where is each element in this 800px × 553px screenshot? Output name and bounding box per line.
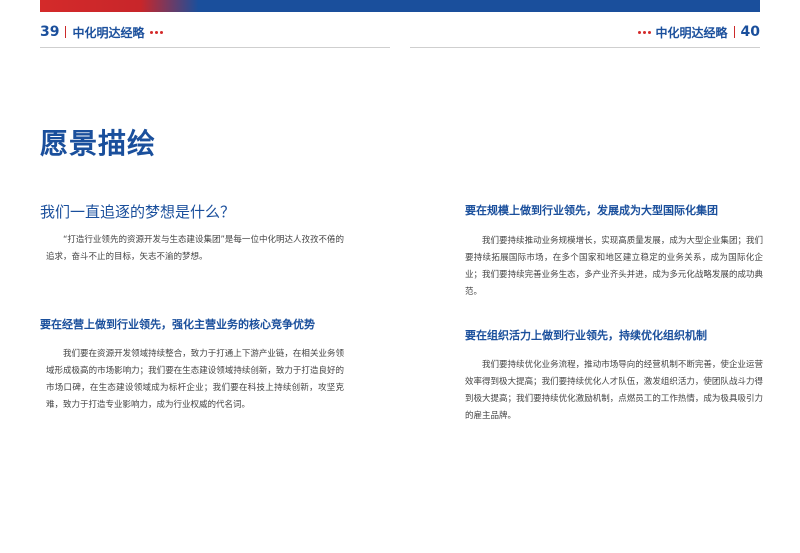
page-title: 愿景描绘 [40, 127, 157, 160]
page-number-right: 40 [740, 24, 760, 40]
intro-paragraph: “打造行业领先的资源开发与生态建设集团”是每一位中化明达人孜孜不倦的追求，奋斗不… [46, 235, 344, 262]
header-rule-right [410, 47, 760, 48]
page-number-left: 39 [40, 24, 60, 40]
section-body-operations: 我们要在资源开发领域持续整合，致力于打通上下游产业链，在相关业务领域形成极高的市… [46, 349, 344, 410]
header-rule-left [40, 47, 390, 48]
page-header-left: 39 中化明达经略 [40, 22, 168, 42]
brand-name-right: 中化明达经略 [655, 25, 728, 40]
dots-decoration-right [637, 30, 651, 34]
header-separator [65, 26, 67, 38]
vision-question: 我们一直追逐的梦想是什么？ [40, 203, 236, 221]
section-body-scale: 我们要持续推动业务规模增长，实现高质量发展，成为大型企业集团；我们要持续拓展国际… [465, 236, 763, 297]
header-separator [733, 26, 735, 38]
section-heading-scale: 要在规模上做到行业领先，发展成为大型国际化集团 [465, 204, 718, 217]
section-heading-operations: 要在经营上做到行业领先，强化主营业务的核心竞争优势 [40, 318, 315, 331]
section-body-organization: 我们要持续优化业务流程，推动市场导向的经营机制不断完善，使企业运营效率得到极大提… [465, 360, 763, 421]
brand-name-left: 中化明达经略 [72, 25, 145, 40]
section-heading-organization: 要在组织活力上做到行业领先，持续优化组织机制 [465, 329, 707, 342]
dots-decoration-left [149, 30, 163, 34]
top-color-bar [40, 0, 760, 12]
page-header-right: 中化明达经略 40 [633, 22, 760, 42]
